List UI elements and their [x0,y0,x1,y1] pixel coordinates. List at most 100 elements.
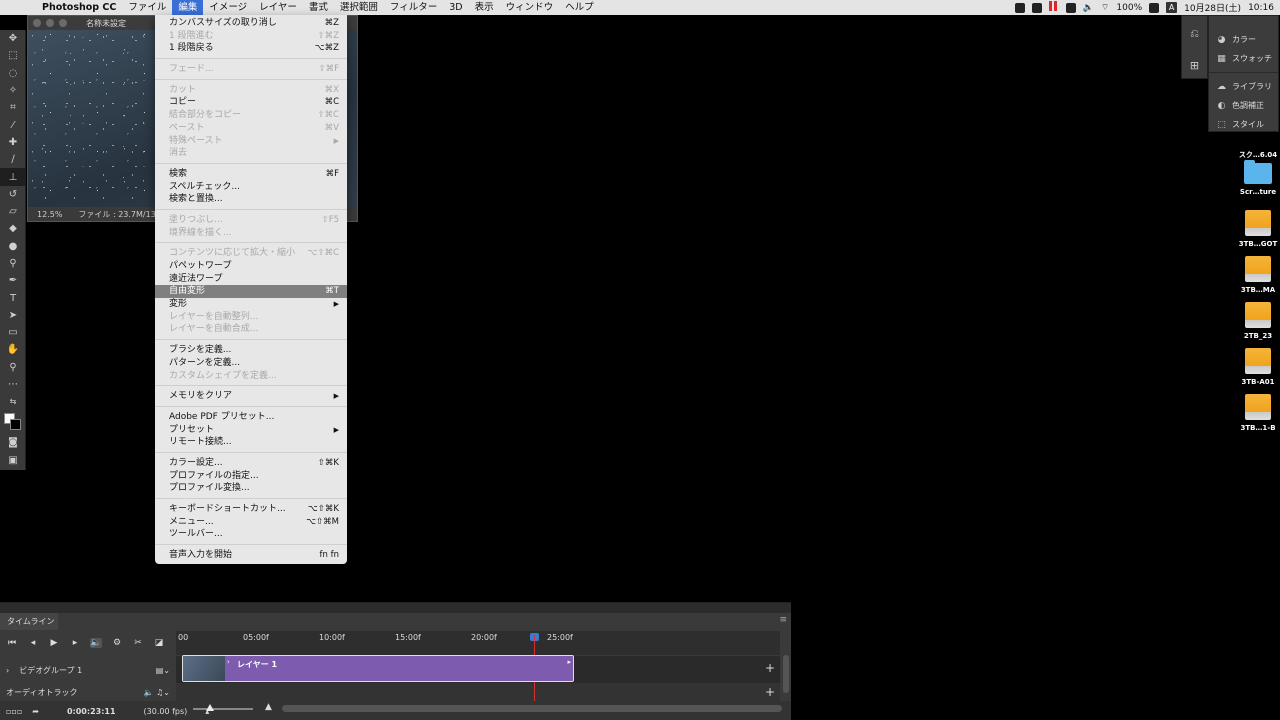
menu-item[interactable]: Adobe PDF プリセット... [155,411,347,424]
creative-cloud-icon[interactable] [1014,2,1025,13]
dodge-tool-icon[interactable]: ⚲ [0,255,26,272]
menu-item[interactable]: パペットワープ [155,260,347,273]
current-time[interactable]: 0:00:23:11 [67,707,116,716]
add-video-media-button[interactable]: + [765,661,775,675]
rectangle-tool-icon[interactable]: ▭ [0,324,26,341]
type-tool-icon[interactable]: T [0,289,26,306]
zoom-window-button[interactable] [59,19,67,27]
menu-item[interactable]: ツールバー... [155,528,347,541]
panel-libraries[interactable]: ☁ ライブラリ [1209,77,1278,96]
menu-item[interactable]: 検索と置換... [155,193,347,206]
video-group-label[interactable]: ビデオグループ 1 [19,665,82,676]
menu-item[interactable]: 遠近法ワープ [155,273,347,286]
timeline-horizontal-scrollbar[interactable] [282,705,782,712]
airplay-icon[interactable] [1065,2,1076,13]
brush-tool-icon[interactable]: ∕ [0,151,26,168]
play-icon[interactable]: ▶ [48,638,60,648]
background-color-swatch[interactable] [10,419,21,430]
desktop-icon-drive[interactable]: 2TB_23 [1232,302,1280,340]
timeline-vertical-scrollbar[interactable] [783,655,789,693]
zoom-in-mountain-icon[interactable]: ▲ [265,702,272,712]
add-audio-media-button[interactable]: + [765,685,775,699]
video-clip[interactable]: › レイヤー 1 ▸ [182,655,574,682]
menu-select[interactable]: 選択範囲 [334,0,384,15]
close-window-button[interactable] [33,19,41,27]
hand-tool-icon[interactable]: ✋ [0,341,26,358]
menu-image[interactable]: イメージ [203,0,253,15]
menu-item[interactable]: 1 段階戻る ⌥⌘Z [155,42,347,55]
go-to-first-frame-icon[interactable]: ⏮ [6,638,18,648]
menu-item[interactable]: プロファイルの指定... [155,470,347,483]
crop-tool-icon[interactable]: ⌗ [0,99,26,116]
menu-item[interactable]: 検索 ⌘F [155,168,347,181]
input-mode-indicator[interactable]: A [1166,2,1178,13]
battery-icon[interactable] [1149,2,1160,13]
menu-view[interactable]: 表示 [469,0,500,15]
history-brush-tool-icon[interactable]: ↺ [0,186,26,203]
render-video-icon[interactable]: ➦ [32,707,39,716]
desktop-icon-drive[interactable]: 3TB…GOT [1232,210,1280,248]
audio-mute-icon[interactable]: 🔈 [90,638,102,648]
settings-gear-icon[interactable]: ⚙ [111,638,123,648]
menu-item[interactable]: リモート接続... [155,436,347,449]
quick-mask-icon[interactable]: ◙ [0,434,26,451]
panel-menu-icon[interactable]: ≡ [779,615,787,625]
menu-item[interactable]: 自由変形 ⌘T [155,285,347,299]
film-strip-icon[interactable]: ▤⌄ [156,666,170,675]
pen-tool-icon[interactable]: ✒ [0,272,26,289]
next-frame-icon[interactable]: ▸ [69,638,81,648]
split-scissors-icon[interactable]: ✂ [132,638,144,648]
more-tools-icon[interactable]: ⋯ [0,376,26,393]
clip-chevron-icon[interactable]: › [227,658,230,666]
desktop-icon-file[interactable]: スク…6.04 [1232,130,1280,160]
desktop-icon-drive[interactable]: 3TB-A01 [1232,348,1280,386]
wifi-icon[interactable]: ⌔ [1101,2,1109,13]
path-selection-tool-icon[interactable]: ➤ [0,307,26,324]
move-tool-icon[interactable]: ✥ [0,30,26,47]
zoom-tool-icon[interactable]: ⚲ [0,359,26,376]
clip-end-handle-icon[interactable]: ▸ [567,658,571,666]
menu-item[interactable]: ブラシを定義... [155,344,347,357]
menu-type[interactable]: 書式 [303,0,334,15]
panel-color-wheel[interactable]: ◕ カラー [1209,30,1278,49]
previous-frame-icon[interactable]: ◂ [27,638,39,648]
menu-item[interactable]: メモリをクリア ▶ [155,390,347,403]
timeline-zoom-slider[interactable] [193,708,253,710]
paint-bucket-tool-icon[interactable]: ◆ [0,220,26,237]
clone-stamp-tool-icon[interactable]: ⊥ [0,168,26,186]
clock-date[interactable]: 10月28日(土) [1184,1,1241,14]
clock-time[interactable]: 10:16 [1248,3,1274,13]
menu-item[interactable]: プリセット ▶ [155,424,347,437]
history-panel-icon[interactable]: ⎌ [1182,21,1207,47]
transition-icon[interactable]: ◪ [153,638,165,648]
tab-timeline[interactable]: タイムライン [0,613,58,630]
app-menu[interactable]: Photoshop CC [36,0,122,15]
eraser-tool-icon[interactable]: ▱ [0,203,26,220]
desktop-icon-drive[interactable]: 3TB…MA [1232,256,1280,294]
time-ruler[interactable]: 00 05:00f 10:00f 15:00f 20:00f 25:00f [176,631,780,655]
menu-window[interactable]: ウィンドウ [500,0,560,15]
timeline-zoom-knob[interactable] [206,704,214,711]
menu-item[interactable]: 変形 ▶ [155,298,347,311]
magic-wand-tool-icon[interactable]: ✧ [0,82,26,99]
menu-help[interactable]: ヘルプ [559,0,600,15]
panel-adjustments[interactable]: ◐ 色調補正 [1209,96,1278,115]
menu-item[interactable]: カンバスサイズの取り消し ⌘Z [155,17,347,30]
healing-brush-tool-icon[interactable]: ✚ [0,134,26,151]
menu-layer[interactable]: レイヤー [253,0,303,15]
volume-icon[interactable]: 🔈 [1083,3,1094,13]
blur-tool-icon[interactable]: ● [0,238,26,255]
audio-controls-icon[interactable]: 🔈 ♫⌄ [144,688,170,697]
menu-item[interactable]: 音声入力を開始 fn fn [155,549,347,562]
minimize-window-button[interactable] [46,19,54,27]
chevron-right-icon[interactable]: › [6,666,9,675]
panel-swatches-grid[interactable]: ▦ スウォッチ [1209,49,1278,68]
desktop-icon-folder[interactable]: Scr…ture [1232,160,1280,196]
sync-icon[interactable] [1031,2,1042,13]
menu-item[interactable]: カラー設定... ⇧⌘K [155,457,347,470]
menu-item[interactable]: パターンを定義... [155,357,347,370]
lasso-tool-icon[interactable]: ◌ [0,65,26,82]
menu-item[interactable]: スペルチェック... [155,181,347,194]
desktop-icon-drive[interactable]: 3TB…1-B [1232,394,1280,432]
swap-colors-icon[interactable]: ⇆ [0,393,26,410]
